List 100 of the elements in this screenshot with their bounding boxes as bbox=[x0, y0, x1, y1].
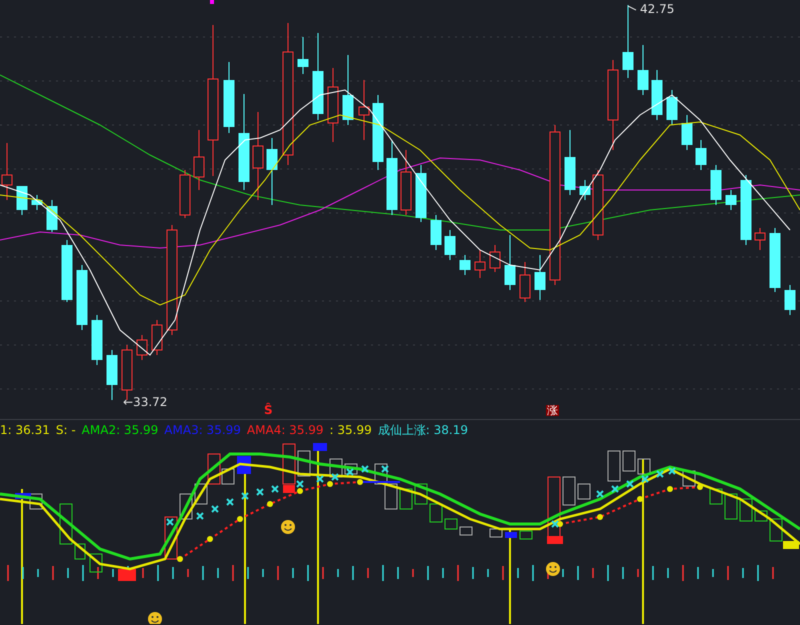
indicator-bar bbox=[262, 569, 264, 577]
indicator-bar bbox=[97, 567, 99, 579]
hollow-bar bbox=[330, 458, 342, 478]
indicator-dot bbox=[667, 486, 673, 492]
hollow-bar bbox=[180, 494, 192, 520]
candle bbox=[32, 194, 42, 210]
cross-marker bbox=[656, 470, 664, 478]
indicator-bar bbox=[682, 565, 684, 581]
indicator-bar bbox=[577, 566, 579, 580]
cross-marker bbox=[626, 480, 634, 488]
low-price-label: ←33.72 bbox=[123, 396, 168, 408]
hollow-bar bbox=[710, 488, 722, 504]
indicator-dot bbox=[697, 484, 703, 490]
candle bbox=[504, 234, 516, 290]
candle bbox=[16, 186, 28, 216]
indicator-bar bbox=[442, 568, 444, 578]
indicator-bar bbox=[52, 566, 54, 580]
cross-marker bbox=[381, 465, 389, 473]
signal-block bbox=[118, 569, 136, 581]
candle bbox=[180, 170, 190, 218]
indicator-bar bbox=[712, 569, 714, 577]
hollow-bar bbox=[282, 444, 296, 484]
candle bbox=[520, 262, 530, 302]
indicator-legend-value: AMA4: 35.99 bbox=[246, 422, 324, 439]
candle bbox=[490, 244, 500, 272]
hollow-bar bbox=[548, 476, 560, 538]
indicator-dot bbox=[207, 536, 213, 542]
candle bbox=[444, 230, 456, 260]
candle bbox=[652, 70, 662, 120]
high-price-label: 42.75 bbox=[640, 3, 674, 15]
indicator-bar bbox=[637, 569, 639, 577]
candle bbox=[92, 314, 102, 366]
indicator-bar bbox=[592, 568, 594, 578]
cross-marker bbox=[668, 467, 676, 475]
cross-marker bbox=[596, 490, 604, 498]
candle bbox=[460, 254, 470, 276]
candle bbox=[152, 320, 162, 356]
indicator-bar bbox=[487, 569, 489, 577]
indicator-bar bbox=[742, 568, 744, 578]
indicator-dot bbox=[637, 496, 643, 502]
candle bbox=[430, 214, 442, 250]
smiley-icon bbox=[148, 612, 162, 624]
indicator-dot bbox=[597, 514, 603, 520]
candle bbox=[474, 250, 486, 278]
indicator-bar bbox=[277, 566, 279, 580]
signal-marker: Ŝ bbox=[264, 404, 273, 416]
cross-marker bbox=[196, 512, 204, 520]
hollow-bar bbox=[298, 450, 310, 476]
cross-marker bbox=[226, 498, 234, 506]
indicator-dot bbox=[557, 521, 563, 527]
indicator-legend-value: AMA3: 35.99 bbox=[164, 422, 241, 439]
candle bbox=[638, 44, 648, 96]
indicator-dot bbox=[177, 556, 183, 562]
cross-marker bbox=[241, 492, 249, 500]
indicator-bar bbox=[67, 568, 69, 578]
candle bbox=[194, 130, 204, 190]
indicator-bar bbox=[397, 567, 399, 579]
cross-marker bbox=[551, 520, 559, 528]
indicator-bar bbox=[772, 567, 774, 579]
indicator-legend-value: S: - bbox=[56, 422, 76, 439]
indicator-bar bbox=[217, 568, 219, 578]
candle bbox=[106, 350, 118, 400]
hollow-bar bbox=[30, 494, 42, 510]
indicator-bar bbox=[157, 565, 159, 581]
cross-marker bbox=[331, 473, 339, 481]
candle bbox=[592, 170, 604, 240]
candle bbox=[400, 150, 412, 216]
indicator-dot bbox=[237, 516, 243, 522]
hollow-bar bbox=[608, 450, 620, 482]
hollow-bar bbox=[754, 510, 768, 522]
signal-block bbox=[283, 485, 295, 493]
indicator-dot bbox=[357, 479, 363, 485]
indicator-bar bbox=[112, 569, 114, 577]
indicator-bar bbox=[427, 566, 429, 580]
indicator-bar bbox=[37, 569, 39, 577]
indicator-bar bbox=[232, 565, 234, 581]
indicator-bar bbox=[697, 567, 699, 579]
hollow-bar bbox=[578, 484, 590, 500]
indicator-bar bbox=[367, 568, 369, 578]
candle bbox=[358, 80, 370, 140]
indicator-bar bbox=[757, 565, 759, 581]
cross-marker bbox=[166, 518, 174, 526]
candle bbox=[224, 62, 234, 134]
hollow-bar bbox=[622, 450, 636, 472]
signal-block bbox=[505, 532, 517, 538]
candle bbox=[534, 254, 546, 300]
indicator-bar bbox=[412, 569, 414, 577]
hollow-bar bbox=[770, 518, 782, 542]
cross-marker bbox=[211, 505, 219, 513]
hollow-bar bbox=[384, 484, 398, 510]
smiley-icon bbox=[281, 520, 295, 534]
indicator-legend-value: 1: 36.31 bbox=[0, 422, 50, 439]
indicator-bar bbox=[247, 567, 249, 579]
candle bbox=[740, 174, 752, 246]
indicator-bar bbox=[457, 565, 459, 581]
indicator-bar bbox=[352, 566, 354, 580]
indicator-bar bbox=[337, 569, 339, 577]
indicator-dot bbox=[297, 488, 303, 494]
hollow-bar bbox=[344, 464, 358, 474]
indicator-bar bbox=[517, 568, 519, 578]
